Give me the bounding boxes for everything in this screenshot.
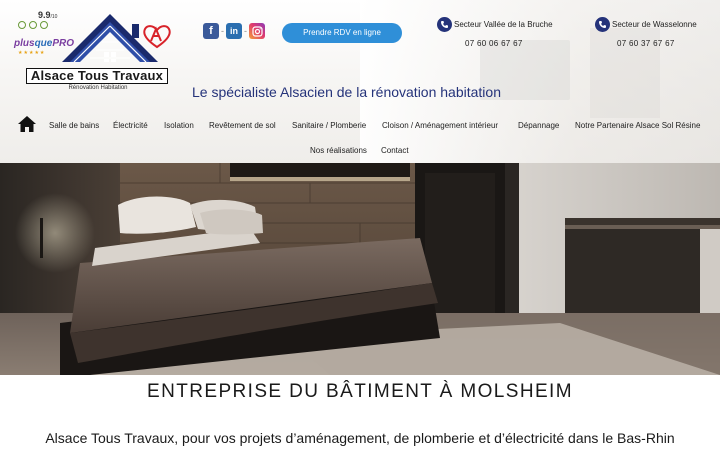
nav-item-electricite[interactable]: Électricité [113, 121, 148, 131]
alsace-heart-icon [143, 25, 171, 49]
nav-item-cloison-amenagement[interactable]: Cloison / Aménagement intérieur [382, 121, 498, 131]
main-navigation: Salle de bains Électricité Isolation Rev… [18, 116, 718, 156]
nav-item-nos-realisations[interactable]: Nos réalisations [310, 146, 367, 156]
rating-stars: ★★★★★ [18, 50, 46, 56]
site-tagline: Le spécialiste Alsacien de la rénovation… [192, 84, 501, 100]
phone-icon [437, 17, 452, 32]
nav-item-sanitaire-plomberie[interactable]: Sanitaire / Plomberie [292, 121, 366, 131]
logo-wordmark: Alsace Tous Travaux [26, 68, 168, 84]
phone-contact-bruche[interactable]: Secteur Vallée de la Bruche 07 60 06 67 … [437, 17, 587, 53]
bedroom-photo [0, 163, 720, 375]
phone-number[interactable]: 07 60 37 67 67 [617, 39, 675, 48]
site-logo[interactable]: 9.9/10 plusquePRO ★★★★★ Alsace Tous Trav… [8, 6, 171, 96]
rating-score: 9.9/10 [38, 10, 58, 20]
page-subtitle: Alsace Tous Travaux, pour vos projets d’… [45, 430, 675, 446]
phone-contact-wasselonne[interactable]: Secteur de Wasselonne 07 60 37 67 67 [595, 17, 720, 53]
nav-item-depannage[interactable]: Dépannage [518, 121, 559, 131]
nav-item-contact[interactable]: Contact [381, 146, 409, 156]
phone-icon [595, 17, 610, 32]
separator: - [221, 26, 224, 36]
page-title: ENTREPRISE DU BÂTIMENT À MOLSHEIM [147, 381, 573, 402]
separator: - [244, 26, 247, 36]
instagram-icon[interactable] [249, 23, 265, 39]
book-appointment-button[interactable]: Prendre RDV en ligne [282, 23, 402, 43]
site-header: 9.9/10 plusquePRO ★★★★★ Alsace Tous Trav… [0, 0, 720, 163]
hero-bedroom-image [0, 163, 720, 375]
facebook-icon[interactable]: f [203, 23, 219, 39]
nav-item-isolation[interactable]: Isolation [164, 121, 194, 131]
nav-item-revetement-de-sol[interactable]: Revêtement de sol [209, 121, 276, 131]
linkedin-icon[interactable]: in [226, 23, 242, 39]
nav-item-partenaire-sol-resine[interactable]: Notre Partenaire Alsace Sol Résine [575, 121, 700, 131]
home-icon[interactable] [18, 116, 36, 132]
nav-item-salle-de-bains[interactable]: Salle de bains [49, 121, 99, 131]
phone-number[interactable]: 07 60 06 67 67 [465, 39, 523, 48]
social-links: f - in - [203, 23, 265, 39]
rating-award-icons [18, 21, 48, 29]
phone-sector-label: Secteur de Wasselonne [612, 20, 697, 29]
phone-sector-label: Secteur Vallée de la Bruche [454, 20, 553, 29]
